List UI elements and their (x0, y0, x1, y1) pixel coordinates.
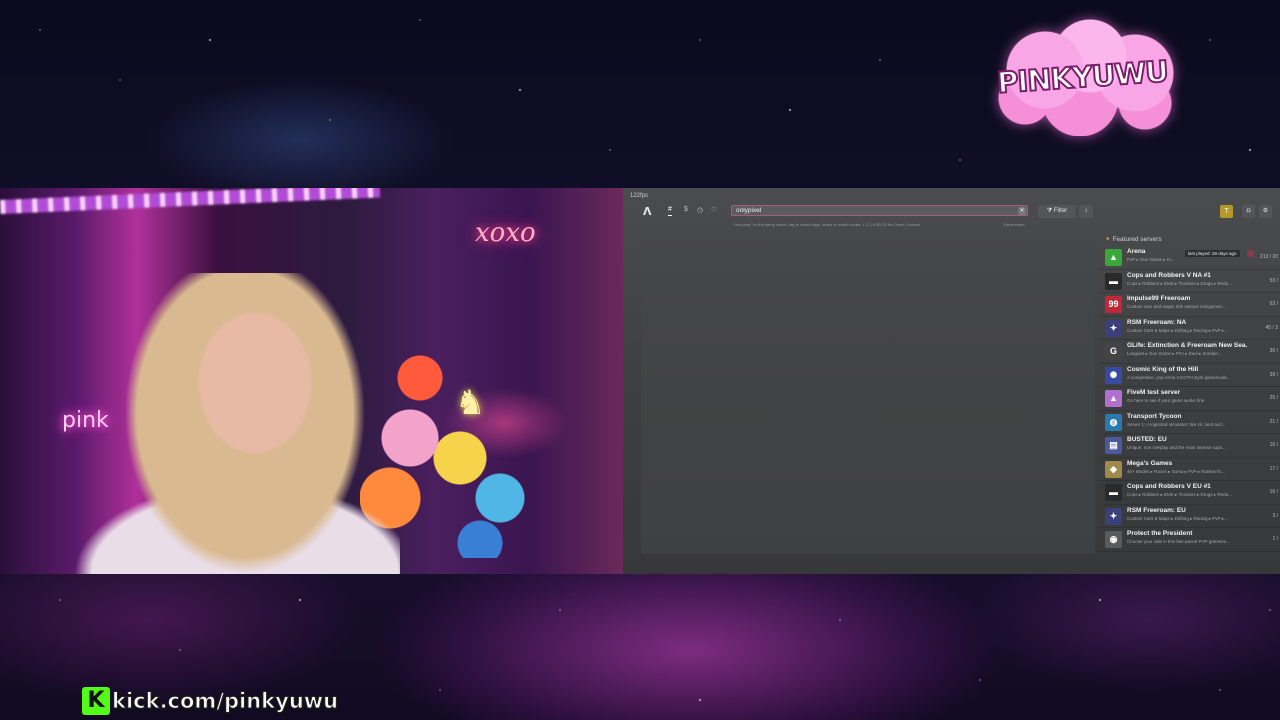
cheat-sheet-link[interactable]: Cheat sheet (1003, 222, 1025, 227)
server-name: Mega's Games (1127, 459, 1173, 467)
server-player-count: 53 / (1269, 277, 1278, 284)
server-player-count: 3 / (1272, 512, 1278, 519)
server-icon: ▲ (1105, 249, 1122, 266)
server-icon: ◆ (1105, 460, 1122, 478)
server-player-count: 36 / (1269, 348, 1278, 354)
server-description: 40+ Modes ▸ Races ▸ Sumo ▸ PvP ▸ Ranked … (1127, 468, 1225, 474)
server-name: RSM Freeroam: NA (1127, 318, 1187, 326)
server-name: Cops and Robbers V NA #1 (1127, 271, 1211, 279)
server-description: Choose your side in this fast-paced PVP … (1127, 539, 1230, 544)
featured-server-row[interactable]: 99 Impulse99 Freeroam Custom cars and maps… (1099, 293, 1280, 317)
search-clear-icon[interactable]: ✕ (1018, 207, 1026, 215)
server-icon: ▬ (1105, 272, 1122, 290)
featured-server-row[interactable]: ▤ BUSTED: EU Unique, non roleplay and the … (1099, 434, 1280, 458)
server-description: Leagues ▸ Gun Game ▸ FFA ▸ Duel ▸ Zombie… (1127, 351, 1222, 356)
server-list-empty (641, 232, 1095, 554)
server-description: Server 1: A logistical simulator! We sit… (1127, 421, 1226, 427)
webcam-feed: xoxo pink ♞ (0, 188, 623, 574)
featured-server-row[interactable]: ◉ Protect the President Choose your side i… (1099, 528, 1280, 552)
server-name: Impulse99 Freeroam (1127, 295, 1191, 302)
sort-button[interactable]: ↕ (1079, 205, 1093, 218)
server-player-count: 39 / (1269, 371, 1278, 378)
fps-counter: 122fps (630, 193, 649, 199)
filter-label: Filter (1053, 208, 1068, 214)
server-description: PvP ▸ Gun Game ▸ Ki... (1127, 257, 1175, 262)
server-player-count: 45 / 2 (1265, 324, 1278, 331)
server-name: Cops and Robbers V EU #1 (1127, 483, 1211, 490)
last-played-tooltip: last played: 28 days ago (1185, 250, 1240, 257)
server-player-count: 21 / (1269, 418, 1278, 425)
server-description: Unique, non roleplay and the most intens… (1127, 445, 1226, 450)
featured-server-row[interactable]: ▲ Arena PvP ▸ Gun Game ▸ Ki... 213 / 20 last… (1099, 246, 1280, 270)
server-icon: ▬ (1105, 484, 1122, 501)
server-player-count: 63 / (1269, 301, 1278, 307)
kick-channel-url: kick.com/pinkyuwu (111, 689, 339, 714)
server-icon: ✺ (1105, 366, 1122, 384)
featured-server-row[interactable]: ✦ RSM Freeroam: EU Custom Cars & Maps ▸ Dr… (1099, 505, 1280, 528)
featured-server-row[interactable]: ◆ Mega's Games 40+ Modes ▸ Races ▸ Sumo ▸ … (1099, 458, 1280, 481)
server-player-count: 16 / (1269, 442, 1278, 448)
server-description: Custom Cars & Maps ▸ Drifting ▸ Racing ▸… (1127, 515, 1228, 521)
tab-history[interactable]: ◷ (697, 206, 703, 214)
server-icon: ◉ (1105, 531, 1122, 548)
filter-button[interactable]: ⧩ Filter (1038, 205, 1076, 218)
server-icon: ▲ (1105, 390, 1122, 407)
tab-all-servers[interactable]: # (668, 206, 672, 216)
server-name: Transport Tycoon (1127, 412, 1182, 420)
filter-icon: ⧩ (1046, 208, 1054, 214)
featured-server-row[interactable]: G GLife: Extinction & Freeroam New Sea...… (1099, 340, 1280, 364)
server-name: GLife: Extinction & Freeroam New Sea... (1127, 342, 1247, 349)
tab-favorites[interactable]: ♡ (711, 206, 717, 214)
server-description: A competitive, pvp Arma 3 KOTH style gam… (1127, 374, 1231, 380)
neon-sign-xoxo: xoxo (475, 218, 536, 248)
server-description: Cops ▸ Robbers ▸ EMS ▸ Truckers ▸ Drugs … (1127, 492, 1232, 497)
server-player-count: 1 / (1272, 536, 1278, 542)
notifications-icon[interactable]: ◘ (1242, 205, 1255, 218)
server-description: Cops ▸ Robbers ▸ EMS ▸ Truckers ▸ Drugs … (1127, 280, 1232, 286)
string-lights (0, 188, 381, 214)
server-description: Custom cars and maps! 20k various miniga… (1127, 304, 1226, 309)
featured-server-row[interactable]: ✺ Cosmic King of the Hill A competitive, p… (1099, 364, 1280, 387)
featured-title-text: Featured servers (1112, 236, 1162, 243)
streamer (70, 273, 400, 574)
server-icon: ◍ (1105, 413, 1122, 431)
server-search-input[interactable]: onlypixel (731, 205, 1028, 216)
server-player-count: 17 / (1269, 465, 1278, 472)
server-player-count: 213 / 20 (1259, 254, 1278, 260)
featured-server-row[interactable]: ▬ Cops and Robbers V EU #1 Cops ▸ Robbers … (1099, 481, 1280, 505)
featured-server-row[interactable]: ▲ FiveM test server Go here to see if your… (1099, 387, 1280, 411)
featured-server-row[interactable]: ▬ Cops and Robbers V NA #1 Cops ▸ Robbers … (1099, 270, 1280, 293)
server-player-count: 25 / (1269, 395, 1278, 401)
featured-server-row[interactable]: ◍ Transport Tycoon Server 1: A logistical … (1099, 411, 1280, 434)
user-avatar[interactable]: T (1220, 205, 1233, 218)
server-icon: ✦ (1105, 507, 1122, 525)
server-icon: 99 (1105, 296, 1122, 313)
browser-topbar: Λ # $ ◷ ♡ onlypixel ✕ "rock play" to fin… (623, 202, 1280, 227)
server-icon: G (1105, 343, 1122, 360)
server-description: Custom Cars & Maps ▸ Drifting ▸ Racing ▸… (1127, 327, 1228, 333)
fivem-server-browser: 122fps Λ # $ ◷ ♡ onlypixel ✕ "rock play"… (623, 188, 1280, 574)
tab-supporters[interactable]: $ (684, 206, 688, 213)
server-icon: ▤ (1105, 437, 1122, 454)
server-name: RSM Freeroam: EU (1127, 506, 1186, 514)
server-icon: ✦ (1105, 319, 1122, 337)
channel-logo: PINKYUWU (985, 18, 1180, 136)
featured-servers-title: ✦ Featured servers (1099, 232, 1280, 246)
server-name: FiveM test server (1127, 389, 1181, 396)
featured-server-row[interactable]: ✦ RSM Freeroam: NA Custom Cars & Maps ▸ Dr… (1099, 317, 1280, 340)
server-player-count: 16 / (1269, 489, 1278, 495)
featured-star-icon: ✦ (1105, 236, 1111, 243)
server-name: BUSTED: EU (1127, 436, 1167, 443)
featured-servers-panel: ✦ Featured servers ▲ Arena PvP ▸ Gun Game ▸… (1099, 232, 1280, 554)
server-name: Protect the President (1127, 530, 1193, 537)
last-played-badge (1247, 250, 1254, 257)
kick-channel-banner: K kick.com/pinkyuwu (82, 686, 339, 716)
kick-logo-icon: K (82, 687, 110, 715)
fivem-logo-icon[interactable]: Λ (643, 205, 652, 218)
server-name: Cosmic King of the Hill (1127, 365, 1199, 373)
server-description: Go here to see if your game works fine (1127, 398, 1205, 403)
search-hints: "rock play" to find string match, tag to… (733, 222, 921, 227)
settings-gear-icon[interactable]: ⚙ (1259, 205, 1272, 218)
